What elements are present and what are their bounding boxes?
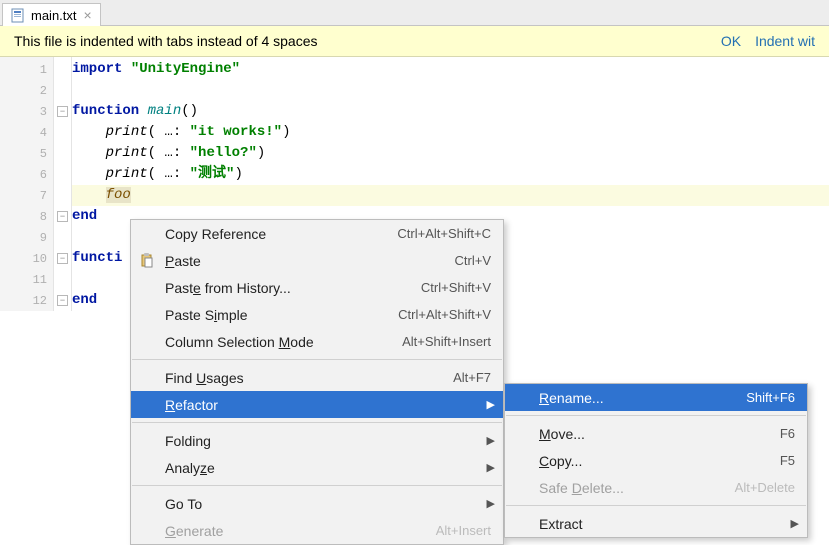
chevron-right-icon: ▶ xyxy=(791,517,799,530)
code-line[interactable]: print( …: "it works!") xyxy=(72,122,829,143)
menu-find-usages[interactable]: Find Usages Alt+F7 xyxy=(131,364,503,391)
chevron-right-icon: ▶ xyxy=(487,434,495,447)
menu-refactor[interactable]: Refactor ▶ xyxy=(131,391,503,418)
line-number: 7 xyxy=(0,185,53,206)
line-gutter: 1 2 3 4 5 6 7 8 9 10 11 12 xyxy=(0,57,54,311)
file-tab[interactable]: main.txt × xyxy=(2,3,101,26)
ok-link[interactable]: OK xyxy=(721,33,741,49)
fold-toggle[interactable]: − xyxy=(57,211,68,222)
submenu-safe-delete: Safe Delete... Alt+Delete xyxy=(505,474,807,501)
menu-goto[interactable]: Go To ▶ xyxy=(131,490,503,517)
line-number: 5 xyxy=(0,143,53,164)
paste-icon xyxy=(139,253,155,269)
menu-column-mode[interactable]: Column Selection Mode Alt+Shift+Insert xyxy=(131,328,503,355)
line-number: 8 xyxy=(0,206,53,227)
line-number: 4 xyxy=(0,122,53,143)
menu-separator xyxy=(506,415,806,416)
fold-toggle[interactable]: − xyxy=(57,106,68,117)
menu-separator xyxy=(132,422,502,423)
indent-link[interactable]: Indent wit xyxy=(755,33,815,49)
menu-paste-history[interactable]: Paste from History... Ctrl+Shift+V xyxy=(131,274,503,301)
line-number: 3 xyxy=(0,101,53,122)
line-number: 11 xyxy=(0,269,53,290)
chevron-right-icon: ▶ xyxy=(487,497,495,510)
menu-paste-simple[interactable]: Paste Simple Ctrl+Alt+Shift+V xyxy=(131,301,503,328)
submenu-copy[interactable]: Copy... F5 xyxy=(505,447,807,474)
line-number: 6 xyxy=(0,164,53,185)
code-line[interactable] xyxy=(72,80,829,101)
line-number: 10 xyxy=(0,248,53,269)
menu-copy-reference[interactable]: Copy Reference Ctrl+Alt+Shift+C xyxy=(131,220,503,247)
close-icon[interactable]: × xyxy=(84,7,92,23)
file-icon xyxy=(11,8,26,23)
code-line[interactable]: import "UnityEngine" xyxy=(72,59,829,80)
line-number: 9 xyxy=(0,227,53,248)
menu-separator xyxy=(132,485,502,486)
code-line[interactable]: print( …: "测试") xyxy=(72,164,829,185)
tab-filename: main.txt xyxy=(31,8,77,23)
submenu-move[interactable]: Move... F6 xyxy=(505,420,807,447)
menu-generate[interactable]: Generate Alt+Insert xyxy=(131,517,503,544)
submenu-extract[interactable]: Extract ▶ xyxy=(505,510,807,537)
menu-folding[interactable]: Folding ▶ xyxy=(131,427,503,454)
context-menu: Copy Reference Ctrl+Alt+Shift+C Paste Ct… xyxy=(130,219,504,545)
menu-separator xyxy=(506,505,806,506)
fold-toggle[interactable]: − xyxy=(57,253,68,264)
notification-actions: OK Indent wit xyxy=(721,33,815,49)
notification-bar: This file is indented with tabs instead … xyxy=(0,26,829,57)
code-line[interactable]: foo xyxy=(72,185,829,206)
line-number: 12 xyxy=(0,290,53,311)
menu-analyze[interactable]: Analyze ▶ xyxy=(131,454,503,481)
notification-message: This file is indented with tabs instead … xyxy=(14,33,318,49)
chevron-right-icon: ▶ xyxy=(487,461,495,474)
submenu-rename[interactable]: Rename... Shift+F6 xyxy=(505,384,807,411)
chevron-right-icon: ▶ xyxy=(487,398,495,411)
code-line[interactable]: print( …: "hello?") xyxy=(72,143,829,164)
fold-gutter: − − − − xyxy=(54,57,72,311)
menu-separator xyxy=(132,359,502,360)
menu-paste[interactable]: Paste Ctrl+V xyxy=(131,247,503,274)
code-line[interactable]: function main() xyxy=(72,101,829,122)
tab-bar: main.txt × xyxy=(0,0,829,26)
line-number: 2 xyxy=(0,80,53,101)
line-number: 1 xyxy=(0,59,53,80)
fold-toggle[interactable]: − xyxy=(57,295,68,306)
